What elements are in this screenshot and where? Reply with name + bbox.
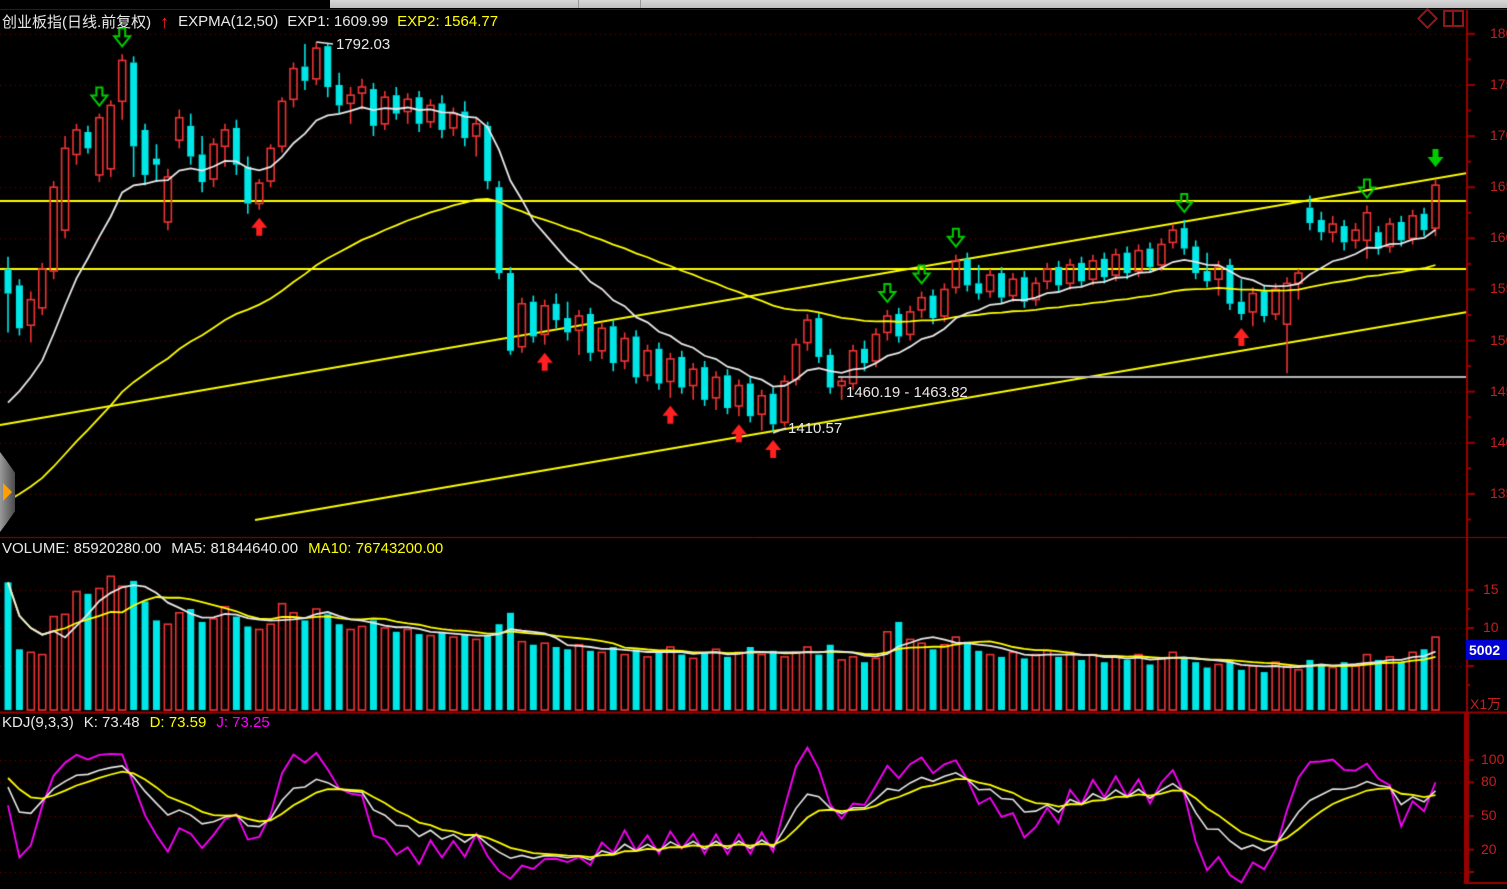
diamond-icon[interactable] (1417, 8, 1438, 29)
chart-top-border (0, 9, 1507, 10)
volume-axis-label: 15 (1483, 581, 1499, 597)
peak-price-annotation: 1792.03 (336, 36, 390, 53)
indicator-name[interactable]: EXPMA(12,50) (178, 13, 278, 30)
kdj-indicator-header: KDJ(9,3,3) K: 73.48 D: 73.59 J: 73.25 (2, 714, 270, 731)
volume-indicator-header: VOLUME: 85920280.00 MA5: 81844640.00 MA1… (2, 540, 443, 557)
price-axis-label: 1650 (1490, 178, 1507, 194)
kdj-axis-label: 80 (1481, 773, 1497, 789)
gap-range-annotation: 1460.19 - 1463.82 (846, 384, 968, 401)
volume-ma5-value: MA5: 81844640.00 (171, 540, 298, 557)
kdj-axis-label: 50 (1481, 807, 1497, 823)
price-axis-label: 1550 (1490, 280, 1507, 296)
kdj-k-value: K: 73.48 (84, 714, 140, 731)
window-edge-divider (578, 0, 579, 8)
kdj-axis-label: 20 (1481, 841, 1497, 857)
kdj-j-value: J: 73.25 (216, 714, 269, 731)
volume-value: VOLUME: 85920280.00 (2, 540, 161, 557)
exp1-value: EXP1: 1609.99 (287, 13, 388, 30)
price-axis-label: 1700 (1490, 127, 1507, 143)
price-axis-label: 1800 (1490, 25, 1507, 41)
overlapping-window-edge (330, 0, 1507, 8)
split-window-icon[interactable] (1443, 10, 1464, 27)
price-axis-label: 1500 (1490, 332, 1507, 348)
kdj-d-value: D: 73.59 (150, 714, 207, 731)
volume-current-badge: 5002 (1466, 640, 1507, 660)
up-arrow-icon: ↑ (160, 15, 169, 29)
expand-arrow-icon (3, 483, 12, 501)
kdj-axis-label: 100 (1481, 751, 1504, 767)
price-axis-label: 1450 (1490, 383, 1507, 399)
volume-axis-label: 10 (1483, 619, 1499, 635)
kdj-label[interactable]: KDJ(9,3,3) (2, 714, 74, 731)
low-price-annotation: 1410.57 (788, 420, 842, 437)
chart-canvas[interactable] (0, 0, 1507, 889)
volume-unit-label: X1万 (1470, 694, 1501, 714)
price-axis-label: 1750 (1490, 76, 1507, 92)
window-edge-divider (640, 0, 641, 8)
chart-application: 创业板指(日线.前复权) ↑ EXPMA(12,50) EXP1: 1609.9… (0, 0, 1507, 889)
price-axis-label: 1350 (1490, 485, 1507, 501)
main-indicator-header: 创业板指(日线.前复权) ↑ EXPMA(12,50) EXP1: 1609.9… (2, 11, 498, 32)
instrument-title[interactable]: 创业板指(日线.前复权) (2, 11, 151, 32)
volume-ma10-value: MA10: 76743200.00 (308, 540, 443, 557)
price-axis-label: 1400 (1490, 434, 1507, 450)
exp2-value: EXP2: 1564.77 (397, 13, 498, 30)
price-axis-label: 1600 (1490, 229, 1507, 245)
pane-corner-controls (1420, 10, 1464, 27)
